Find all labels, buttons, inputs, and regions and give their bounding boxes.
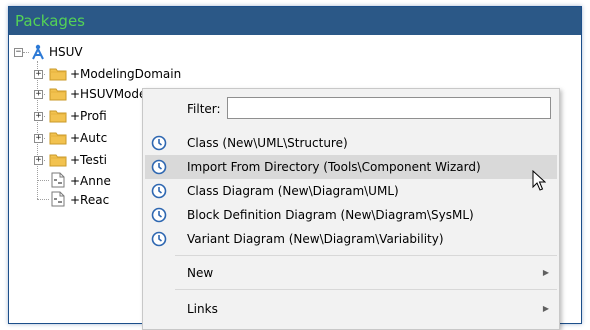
menu-item-new[interactable]: New ▶ (145, 261, 557, 285)
tree-item-label: +Autc (70, 131, 108, 145)
tree-item[interactable]: +ModelingDomain (70, 64, 181, 84)
tree-item-label: +Reac (70, 193, 110, 207)
menu-separator (175, 289, 557, 290)
expand-toggle[interactable]: + (34, 90, 43, 99)
tree-item[interactable]: +Testi (70, 150, 107, 170)
tree-item[interactable]: +Profi (70, 106, 107, 126)
folder-icon (49, 68, 67, 81)
diagram-icon (51, 172, 65, 188)
filter-label: Filter: (187, 102, 221, 116)
menu-item-label: Links (187, 302, 218, 316)
tree-item[interactable]: +Autc (70, 128, 107, 148)
context-menu: Filter: Class (New\UML\Structure) Import… (142, 88, 560, 330)
menu-item-import-from-directory[interactable]: Import From Directory (Tools\Component W… (145, 155, 557, 179)
clock-icon (151, 207, 167, 223)
submenu-arrow-icon: ▶ (542, 268, 549, 277)
tree-item-label: +Anne (70, 174, 111, 188)
folder-icon (49, 154, 67, 167)
tree-item-root[interactable]: HSUV (49, 42, 83, 62)
expand-toggle[interactable]: + (34, 156, 43, 165)
expand-toggle[interactable]: + (34, 134, 43, 143)
folder-icon (49, 110, 67, 123)
tree-item-label: +ModelingDomain (70, 67, 182, 81)
menu-separator (175, 255, 557, 256)
diagram-icon (51, 191, 65, 207)
menu-item-label: Class Diagram (New\Diagram\UML) (187, 184, 399, 198)
tree-item[interactable]: +HSUVModel (70, 84, 144, 104)
collapse-toggle[interactable]: − (14, 48, 23, 57)
tree-item-label: HSUV (49, 45, 83, 59)
tree-item-label: +HSUVModel (70, 87, 144, 101)
folder-icon (49, 88, 67, 101)
menu-item-label: New (187, 266, 214, 280)
menu-item-links[interactable]: Links ▶ (145, 297, 557, 321)
clock-icon (151, 159, 167, 175)
menu-item-block-definition-diagram[interactable]: Block Definition Diagram (New\Diagram\Sy… (145, 203, 557, 227)
tree-item-label: +Testi (70, 153, 108, 167)
mouse-cursor-icon (532, 170, 546, 191)
submenu-arrow-icon: ▶ (542, 304, 549, 313)
tree-item-label: +Profi (70, 109, 107, 123)
menu-item-label: Import From Directory (Tools\Component W… (187, 160, 481, 174)
menu-item-label: Variant Diagram (New\Diagram\Variability… (187, 232, 444, 246)
panel-title: Packages (9, 7, 581, 35)
menu-item-variant-diagram[interactable]: Variant Diagram (New\Diagram\Variability… (145, 227, 557, 251)
menu-item-label: Block Definition Diagram (New\Diagram\Sy… (187, 208, 474, 222)
tree-connector (37, 180, 49, 181)
expand-toggle[interactable]: + (34, 70, 43, 79)
tree-connector (37, 199, 49, 200)
filter-input[interactable] (227, 97, 551, 119)
tree-connector (37, 61, 38, 199)
clock-icon (151, 135, 167, 151)
clock-icon (151, 183, 167, 199)
expand-toggle[interactable]: + (34, 112, 43, 121)
folder-icon (49, 132, 67, 145)
menu-item-label: Class (New\UML\Structure) (187, 136, 348, 150)
tree-item[interactable]: +Anne (70, 171, 111, 191)
model-root-icon (32, 44, 44, 60)
tree-item[interactable]: +Reac (70, 190, 109, 210)
tree-connector (23, 52, 29, 53)
menu-item-class-diagram[interactable]: Class Diagram (New\Diagram\UML) (145, 179, 557, 203)
clock-icon (151, 231, 167, 247)
menu-item-class[interactable]: Class (New\UML\Structure) (145, 131, 557, 155)
